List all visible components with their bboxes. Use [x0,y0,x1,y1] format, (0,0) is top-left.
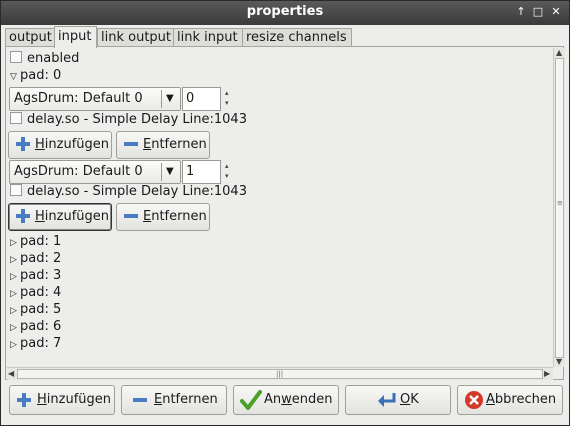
combo-separator [161,163,162,181]
pad-1-expander[interactable]: ▷ pad: 1 [10,234,61,250]
collapsed-triangle-icon: ▷ [10,238,17,248]
channel-0-spin[interactable]: 0 [182,87,221,111]
tab-output[interactable]: output [5,28,55,46]
minus-icon [133,398,147,402]
spin-down-icon[interactable]: ▾ [225,100,229,107]
plugin-1-checkbox[interactable]: delay.so - Simple Delay Line:1043 [10,184,247,200]
scroll-up-icon[interactable]: ▲ [556,48,562,57]
vertical-scroll-thumb[interactable]: ≡ [555,58,564,358]
combo-value: AgsDrum: Default 0 [14,164,143,179]
pad-7-expander[interactable]: ▷ pad: 7 [10,336,61,352]
collapsed-triangle-icon: ▷ [10,323,17,333]
apply-button[interactable]: Anwenden [233,385,339,415]
channel-1-combo[interactable]: AgsDrum: Default 0 ▼ [9,160,181,184]
scroll-left-icon[interactable]: ◀ [8,369,14,378]
plugin-1-label: delay.so - Simple Delay Line:1043 [27,184,247,199]
tab-resize-channels[interactable]: resize channels [242,28,352,46]
plus-icon [16,209,30,223]
plus-icon [16,137,30,151]
spin-value: 0 [186,91,195,106]
tab-link-input[interactable]: link input [173,28,243,46]
checkbox-icon [10,184,22,196]
grip-icon: ≡ [557,199,563,207]
pad-0-label: pad: 0 [20,68,62,83]
horizontal-scrollbar[interactable]: ◀ ||| ▶ [7,367,553,380]
titlebar: properties ↑ □ ✕ [1,1,569,25]
pad-2-expander[interactable]: ▷ pad: 2 [10,251,61,267]
scroll-down-icon[interactable]: ▼ [556,357,562,366]
pad-0-expander[interactable]: ▽ pad: 0 [10,68,61,84]
pad-6-expander[interactable]: ▷ pad: 6 [10,319,61,335]
cancel-icon [465,391,483,409]
pad-5-expander[interactable]: ▷ pad: 5 [10,302,61,318]
pad-3-expander[interactable]: ▷ pad: 3 [10,268,61,284]
add-plugin-button-0[interactable]: Hinzufügen [8,131,112,159]
channel-0-combo[interactable]: AgsDrum: Default 0 ▼ [9,87,181,111]
collapsed-triangle-icon: ▷ [10,289,17,299]
spin-value: 1 [186,164,195,179]
cancel-button[interactable]: Abbrechen [457,385,563,415]
spin-up-icon[interactable]: ▴ [225,90,229,97]
collapsed-triangle-icon: ▷ [10,272,17,282]
tab-input[interactable]: input [54,26,97,48]
combo-separator [161,90,162,108]
collapsed-triangle-icon: ▷ [10,340,17,350]
remove-plugin-button-1[interactable]: Entfernen [116,203,210,231]
tab-link-output[interactable]: link output [97,28,174,46]
enabled-checkbox[interactable]: enabled [10,51,79,67]
dropdown-arrow-icon: ▼ [166,166,174,177]
collapsed-triangle-icon: ▷ [10,255,17,265]
plugin-0-label: delay.so - Simple Delay Line:1043 [27,112,247,127]
enter-arrow-icon [378,393,396,407]
enabled-label: enabled [27,51,80,66]
remove-button[interactable]: Entfernen [121,385,227,415]
ok-button[interactable]: OK [345,385,451,415]
dropdown-arrow-icon: ▼ [166,93,174,104]
add-button[interactable]: Hinzufügen [9,385,115,415]
maximize-icon[interactable]: □ [531,5,545,19]
plus-icon [17,393,31,407]
window-title: properties [246,4,324,19]
vertical-scrollbar[interactable]: ▲ ≡ ▼ [553,48,565,367]
combo-value: AgsDrum: Default 0 [14,91,143,106]
spin-down-icon[interactable]: ▾ [225,173,229,180]
remove-plugin-button-0[interactable]: Entfernen [116,131,210,159]
add-plugin-button-1[interactable]: Hinzufügen [8,203,112,231]
checkbox-icon [10,112,22,124]
properties-window: properties ↑ □ ✕ output input link outpu… [0,0,570,426]
close-icon[interactable]: ✕ [549,5,563,19]
expanded-triangle-icon: ▽ [10,72,17,82]
pad-4-expander[interactable]: ▷ pad: 4 [10,285,61,301]
shade-icon[interactable]: ↑ [514,5,528,19]
checkmark-icon [240,390,262,410]
channel-1-spin[interactable]: 1 [182,160,221,184]
collapsed-triangle-icon: ▷ [10,306,17,316]
input-panel: enabled ▽ pad: 0 AgsDrum: Default 0 ▼ 0 ▴… [5,46,565,380]
scroll-right-icon[interactable]: ▶ [544,369,550,378]
minus-icon [124,142,138,146]
spin-up-icon[interactable]: ▴ [225,163,229,170]
plugin-0-checkbox[interactable]: delay.so - Simple Delay Line:1043 [10,112,247,128]
grip-icon: ||| [276,370,284,378]
minus-icon [124,214,138,218]
checkbox-icon [10,51,22,63]
scroll-content: enabled ▽ pad: 0 AgsDrum: Default 0 ▼ 0 ▴… [6,47,552,367]
horizontal-scroll-thumb[interactable]: ||| [17,369,543,379]
